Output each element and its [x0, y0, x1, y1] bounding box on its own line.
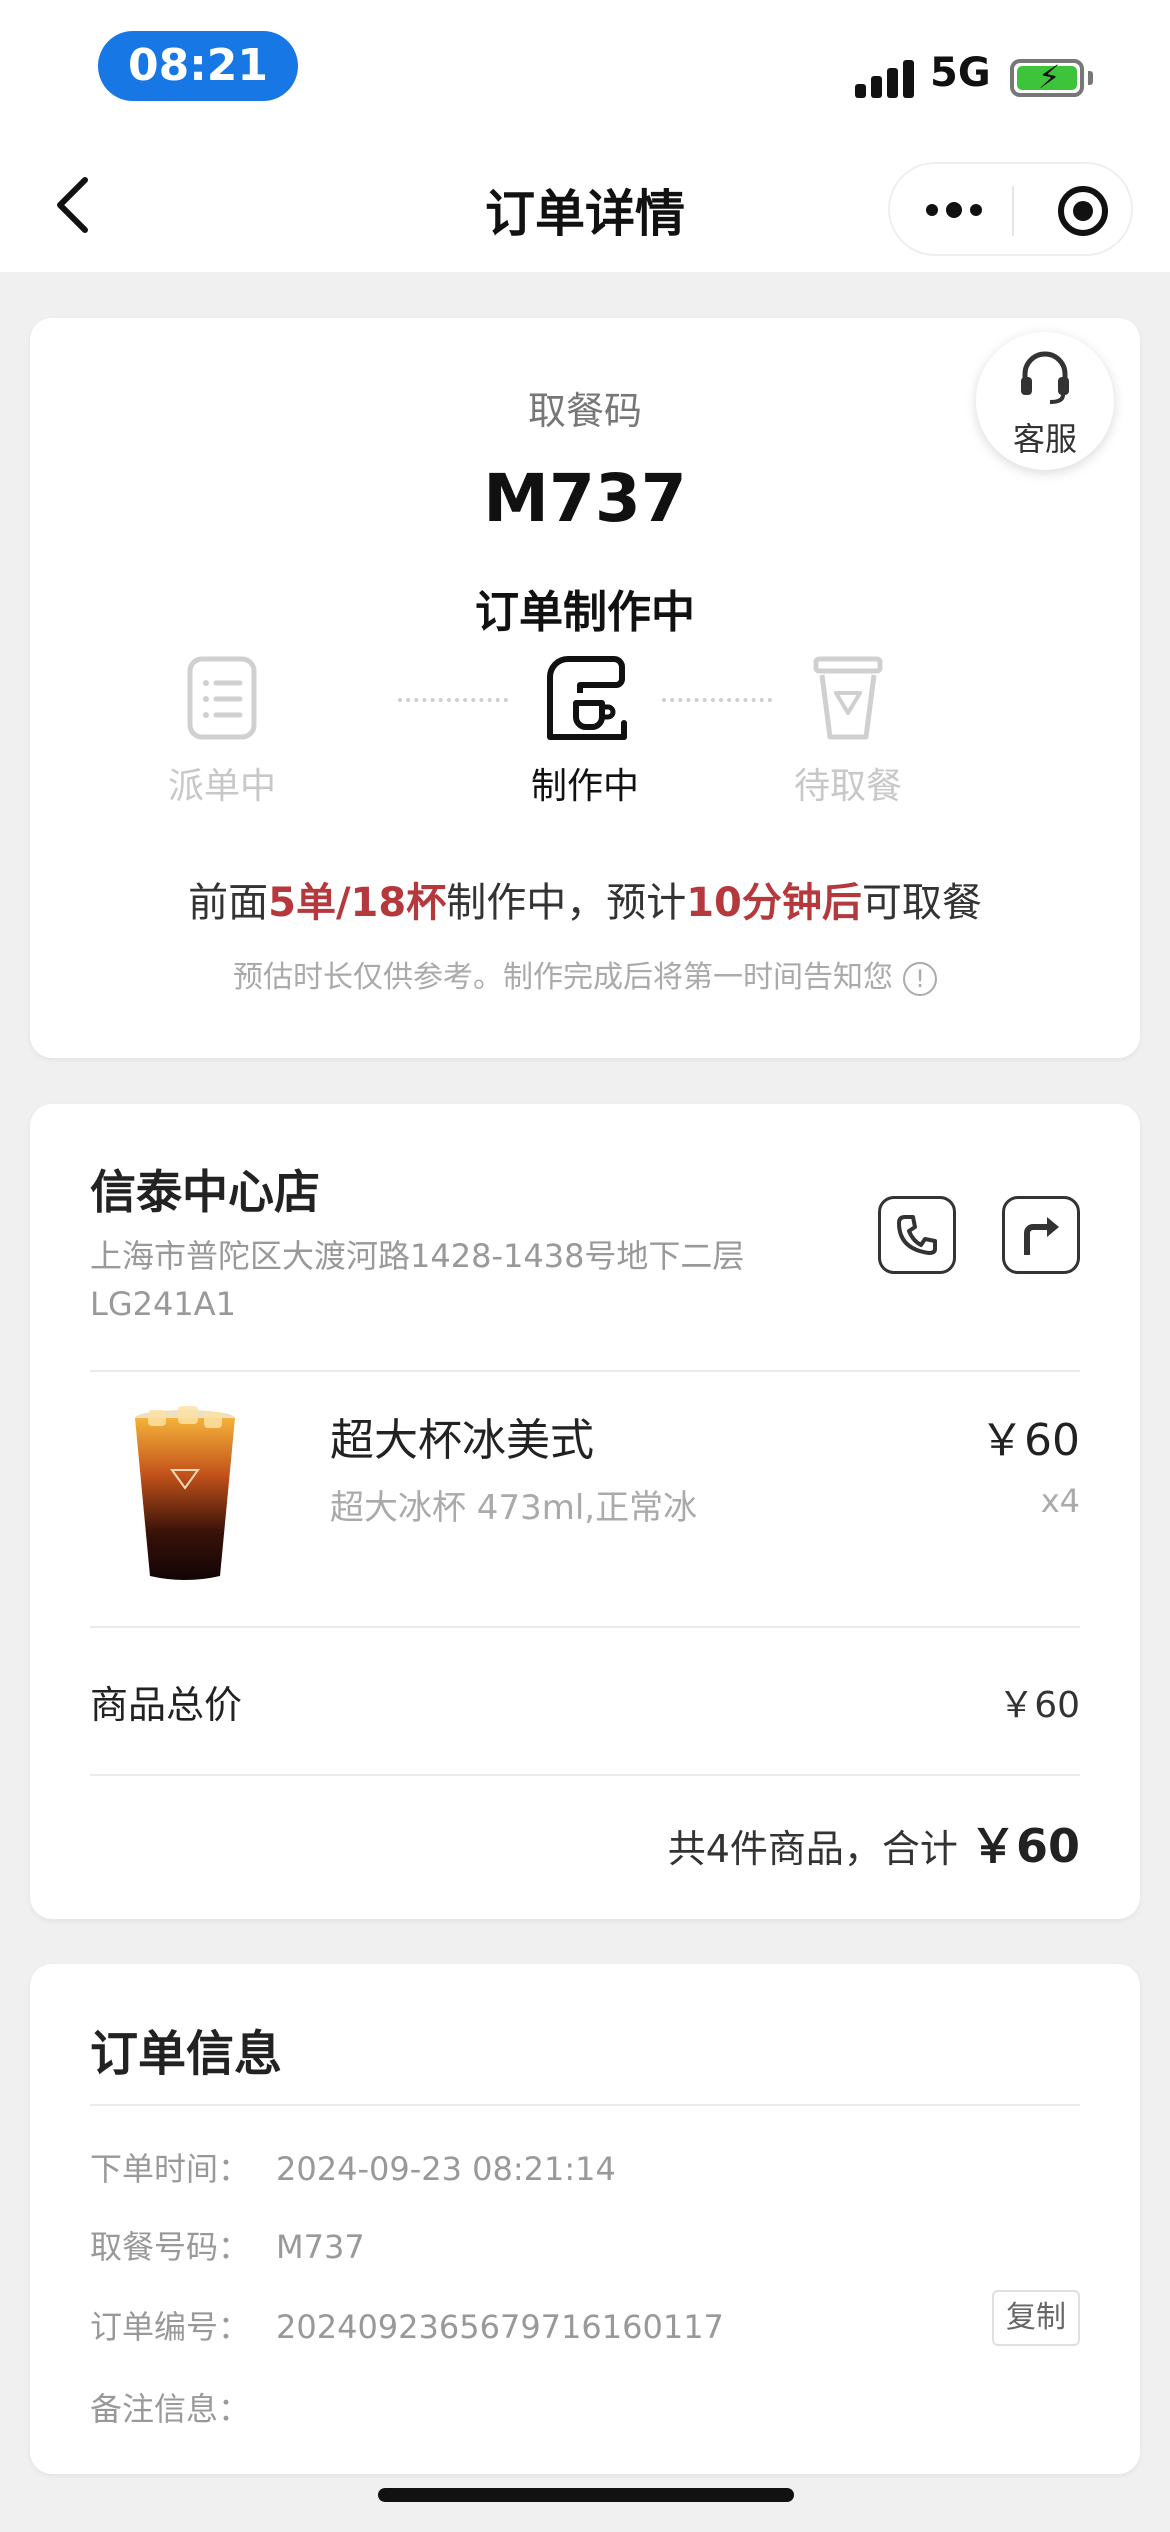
row-key: 取餐号码： [90, 2228, 251, 2266]
row-key: 备注信息： [90, 2390, 251, 2428]
divider [90, 1774, 1080, 1776]
store-address: 上海市普陀区大渡河路1428-1438号地下二层LG241A1 [90, 1237, 745, 1323]
status-bar: 08:21 5G ⚡ [0, 0, 1170, 140]
eta-message: 前面5单/18杯制作中，预计10分钟后可取餐 [188, 880, 982, 926]
step-label: 制作中 [530, 766, 639, 807]
product-price: ￥60 [980, 1415, 1080, 1466]
pickup-code: M737 [483, 460, 687, 537]
info-icon[interactable]: ! [903, 961, 937, 996]
row-value: 2024-09-23 08:21:14 [276, 2150, 616, 2188]
list-doc-icon [187, 656, 257, 740]
queue-count: 5单/18杯 [268, 880, 447, 926]
step-making: 制作中 [485, 653, 685, 809]
order-number-row: 订单编号： 2024092365679716160117 [90, 2302, 724, 2348]
total-prefix: 共4件商品，合计 [667, 1827, 958, 1871]
directions-icon [1024, 1217, 1059, 1255]
order-info-card: 订单信息 下单时间： 2024-09-23 08:21:14 取餐号码： M737 … [30, 1964, 1140, 2474]
total-amount: ￥60 [969, 1819, 1080, 1873]
order-detail-page: 08:21 5G ⚡ 订单详情 客服 取餐码 M737 订单制作中 派单中 制作… [0, 0, 1170, 2532]
status-time: 08:21 [98, 31, 298, 101]
order-status: 订单制作中 [475, 587, 695, 638]
battery-cap [1088, 71, 1093, 85]
network-label: 5G [930, 50, 991, 96]
subtotal-label: 商品总价 [90, 1683, 243, 1727]
eta-note: 预估时长仅供参考。制作完成后将第一时间告知您! [30, 952, 1140, 996]
row-key: 下单时间： [90, 2150, 251, 2188]
pickup-code-label: 取餐码 [527, 389, 642, 433]
row-value: M737 [276, 2228, 365, 2266]
pickup-number-row: 取餐号码： M737 [90, 2222, 365, 2268]
order-info-title: 订单信息 [90, 2026, 283, 2082]
phone-icon [897, 1215, 937, 1255]
product-name: 超大杯冰美式 [330, 1415, 594, 1466]
step-label: 待取餐 [793, 766, 902, 807]
order-total: 共4件商品，合计 ￥60 [668, 1810, 1080, 1876]
home-indicator[interactable] [378, 2488, 794, 2502]
divider [90, 1370, 1080, 1372]
coffee-machine-icon [547, 656, 627, 740]
row-value: 2024092365679716160117 [276, 2308, 724, 2346]
product-quantity: x4 [1040, 1482, 1080, 1520]
step-ready: 待取餐 [748, 653, 948, 809]
battery-icon: ⚡ [1010, 58, 1084, 97]
remarks-row: 备注信息： [90, 2384, 276, 2430]
close-miniprogram-icon[interactable] [1058, 186, 1108, 236]
signal-icon [855, 58, 915, 98]
call-store-button[interactable] [878, 1196, 956, 1274]
more-icon[interactable] [926, 188, 986, 232]
divider [90, 1626, 1080, 1628]
product-spec: 超大冰杯 473ml,正常冰 [330, 1488, 698, 1528]
row-key: 订单编号： [90, 2308, 251, 2346]
store-card: 信泰中心店 上海市普陀区大渡河路1428-1438号地下二层LG241A1 超大… [30, 1104, 1140, 1919]
step-dispatching: 派单中 [122, 653, 322, 809]
store-name: 信泰中心店 [90, 1165, 320, 1219]
mini-program-capsule [888, 162, 1133, 256]
cup-icon [813, 656, 883, 740]
eta-time: 10分钟后 [686, 880, 862, 926]
divider [90, 2104, 1080, 2106]
iced-americano-image [130, 1404, 240, 1584]
navigate-button[interactable] [1002, 1196, 1080, 1274]
pickup-card: 客服 取餐码 M737 订单制作中 派单中 制作中 待取餐 前面5单/18杯制作… [30, 318, 1140, 1058]
step-label: 派单中 [167, 766, 276, 807]
nav-bar: 订单详情 [0, 140, 1170, 272]
subtotal-value: ￥60 [998, 1685, 1080, 1726]
order-time-row: 下单时间： 2024-09-23 08:21:14 [90, 2144, 616, 2190]
copy-order-number-button[interactable]: 复制 [992, 2290, 1080, 2346]
